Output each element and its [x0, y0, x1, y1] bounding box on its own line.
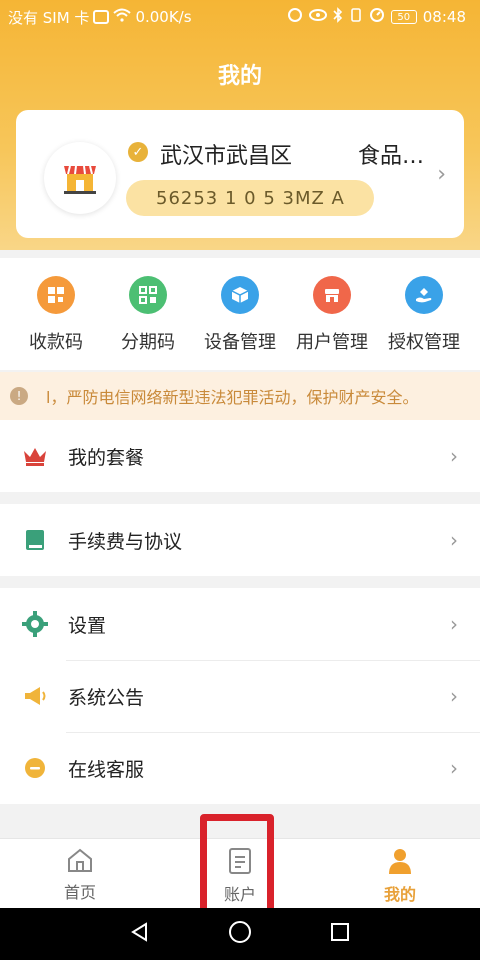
store-user-icon: [313, 276, 351, 314]
wifi-icon: [113, 8, 132, 26]
menu-label: 设置: [68, 614, 107, 637]
home-circle-icon: [228, 921, 251, 943]
quick-action-authorization-management[interactable]: 授权管理: [380, 258, 468, 370]
chevron-right-icon: ›: [450, 528, 458, 552]
chevron-right-icon: ›: [450, 684, 458, 708]
clock: 08:48: [422, 8, 466, 26]
network-speed: 0.00K/s: [135, 8, 192, 26]
quick-action-label: 用户管理: [296, 332, 368, 353]
menu-label: 系统公告: [68, 686, 145, 709]
menu-group-fees: 手续费与协议 ›: [0, 504, 480, 576]
home-icon: [68, 848, 92, 872]
eye-icon: [308, 8, 327, 26]
notification-icon: [287, 7, 303, 27]
tab-label: 我的: [383, 885, 416, 904]
qrcode-icon: [37, 276, 75, 314]
chat-icon: [22, 755, 48, 781]
menu-label: 手续费与协议: [68, 530, 183, 553]
hand-authorize-icon: [405, 276, 443, 314]
crown-icon: [22, 443, 48, 469]
status-bar: 没有 SIM 卡 0.00K/s 50 08:48: [0, 0, 480, 34]
recents-square-icon: [331, 923, 350, 941]
quick-action-installment-code[interactable]: 分期码: [104, 258, 192, 370]
quick-action-payment-code[interactable]: 收款码: [12, 258, 100, 370]
quick-action-label: 授权管理: [388, 332, 460, 353]
info-icon: !: [10, 387, 28, 405]
menu-item-my-plan[interactable]: 我的套餐 ›: [0, 420, 480, 492]
battery-icon: 50: [390, 10, 417, 24]
menu-label: 我的套餐: [68, 446, 145, 469]
quick-action-device-management[interactable]: 设备管理: [196, 258, 284, 370]
quick-action-user-management[interactable]: 用户管理: [288, 258, 376, 370]
verified-badge-icon: ✓: [128, 142, 148, 162]
menu-group-settings: 设置 › 系统公告 › 在线客服 ›: [0, 588, 480, 804]
gear-icon: [22, 611, 48, 637]
speed-gauge-icon: [369, 7, 385, 27]
tab-label: 首页: [63, 883, 96, 902]
bluetooth-icon: [333, 7, 343, 27]
shop-avatar: [44, 142, 116, 214]
chevron-right-icon: ›: [437, 162, 446, 187]
carrier-text: 没有 SIM 卡: [8, 8, 90, 27]
cube-icon: [221, 276, 259, 314]
tab-mine[interactable]: 我的: [320, 839, 480, 908]
menu-item-online-service[interactable]: 在线客服 ›: [0, 732, 480, 804]
back-triangle-icon: [130, 922, 147, 942]
merchant-name: 武汉市武昌区 食品…: [160, 144, 425, 169]
menu-item-settings[interactable]: 设置 ›: [0, 588, 480, 660]
megaphone-icon: [22, 683, 48, 709]
menu-label: 在线客服: [68, 758, 145, 781]
quick-action-label: 收款码: [29, 332, 83, 353]
storefront-icon: [64, 165, 96, 194]
notice-bar[interactable]: ! l，严防电信网络新型违法犯罪活动，保护财产安全。: [0, 372, 480, 420]
quick-actions: 收款码 分期码 设备管理 用户管理 授权管理: [0, 258, 480, 370]
grid-qrcode-icon: [129, 276, 167, 314]
sim-alert-icon: [93, 10, 110, 24]
merchant-card[interactable]: ✓ 武汉市武昌区 食品… 56253 1 0 5 3MZ A ›: [16, 110, 464, 238]
merchant-id: 56253 1 0 5 3MZ A: [126, 180, 374, 216]
chevron-right-icon: ›: [450, 444, 458, 468]
menu-group-plan: 我的套餐 ›: [0, 420, 480, 492]
menu-item-system-announcement[interactable]: 系统公告 ›: [0, 660, 480, 732]
chevron-right-icon: ›: [450, 612, 458, 636]
person-icon: [389, 849, 411, 874]
quick-action-label: 分期码: [121, 332, 175, 353]
back-button[interactable]: [129, 921, 151, 947]
battery-level: 50: [397, 11, 411, 23]
book-icon: [22, 527, 48, 553]
recents-button[interactable]: [329, 921, 351, 947]
system-navigation-bar: [0, 908, 480, 960]
tab-home[interactable]: 首页: [0, 839, 160, 908]
chevron-right-icon: ›: [450, 756, 458, 780]
page-title: 我的: [217, 64, 262, 89]
vibrate-icon: [349, 7, 363, 27]
quick-action-label: 设备管理: [204, 332, 276, 353]
home-button[interactable]: [228, 920, 252, 948]
menu-item-fees-agreement[interactable]: 手续费与协议 ›: [0, 504, 480, 576]
notice-text: l，严防电信网络新型违法犯罪活动，保护财产安全。: [46, 388, 419, 407]
